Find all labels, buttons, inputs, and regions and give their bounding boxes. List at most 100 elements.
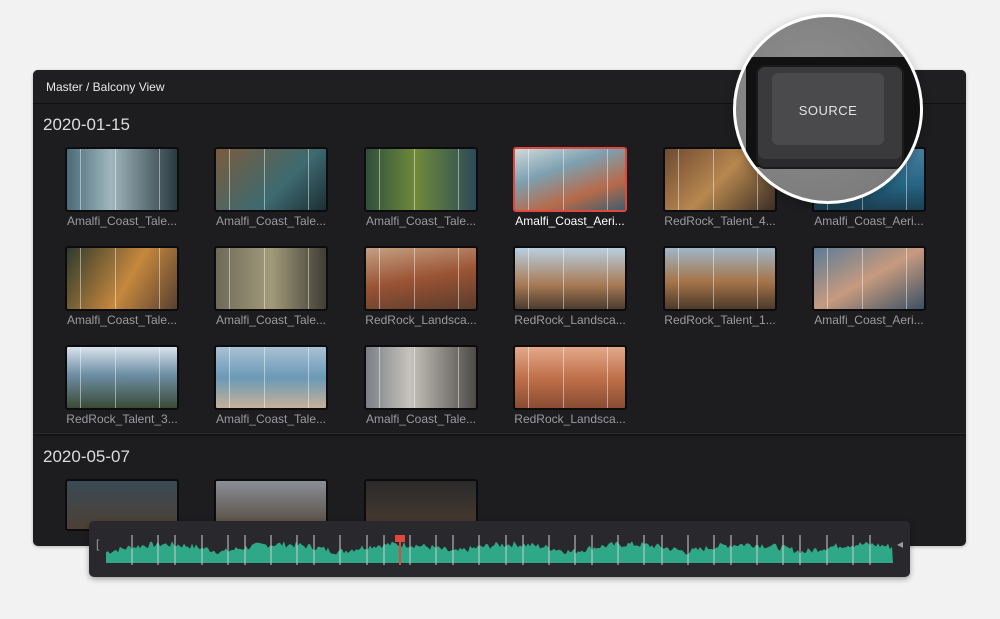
clip-marker-line (379, 149, 380, 210)
clip-marker-line (458, 149, 459, 210)
out-bracket-icon: ◂ (896, 537, 903, 551)
group-date-2: 2020-05-07 (43, 447, 130, 466)
clip-marker-line (308, 149, 309, 210)
clip-name: RedRock_Talent_1... (664, 313, 776, 327)
clip-marker-line (80, 248, 81, 309)
clip-name: Amalfi_Coast_Tale... (215, 412, 327, 426)
clip-marker-line (607, 149, 608, 210)
clip-marker-line (229, 347, 230, 408)
clip-marker-line (159, 248, 160, 309)
keyboard-magnifier: SOURCE (733, 14, 923, 204)
group-divider (33, 433, 966, 436)
playhead-handle[interactable] (395, 535, 405, 542)
clip-item[interactable]: Amalfi_Coast_Tale... (214, 147, 328, 231)
clip-item[interactable]: RedRock_Landsca... (513, 345, 627, 429)
clip-marker-line (80, 347, 81, 408)
clip-thumbnail[interactable] (812, 246, 926, 311)
clip-marker-line (159, 149, 160, 210)
clip-marker-line (80, 149, 81, 210)
clip-thumbnail[interactable] (663, 246, 777, 311)
clip-name: Amalfi_Coast_Tale... (66, 214, 178, 228)
clip-name: RedRock_Landsca... (365, 313, 477, 327)
clip-marker-line (713, 248, 714, 309)
clip-marker-line (414, 248, 415, 309)
in-bracket-icon: [ (96, 537, 100, 551)
clip-thumbnail[interactable] (364, 345, 478, 410)
clip-item[interactable]: RedRock_Landsca... (513, 246, 627, 330)
source-tape-timeline[interactable]: [ ◂ (89, 521, 910, 577)
clip-marker-line (528, 248, 529, 309)
clip-item[interactable]: Amalfi_Coast_Tale... (364, 345, 478, 429)
clip-name: Amalfi_Coast_Tale... (365, 214, 477, 228)
clip-marker-line (528, 347, 529, 408)
clip-name: Amalfi_Coast_Tale... (215, 214, 327, 228)
clip-marker-line (414, 347, 415, 408)
clip-marker-line (264, 347, 265, 408)
breadcrumb[interactable]: Master / Balcony View (46, 80, 165, 94)
clip-marker-line (264, 248, 265, 309)
clip-thumbnail[interactable] (513, 147, 627, 212)
clip-marker-line (827, 248, 828, 309)
clip-item[interactable]: RedRock_Talent_1... (663, 246, 777, 330)
clip-item[interactable]: Amalfi_Coast_Tale... (214, 246, 328, 330)
clip-marker-line (159, 347, 160, 408)
clip-thumbnail[interactable] (214, 147, 328, 212)
clip-marker-line (115, 248, 116, 309)
clip-thumbnail[interactable] (364, 147, 478, 212)
source-key-label: SOURCE (798, 103, 858, 118)
clip-marker-line (713, 149, 714, 210)
clip-item[interactable]: Amalfi_Coast_Tale... (65, 246, 179, 330)
clip-marker-line (414, 149, 415, 210)
clip-name: Amalfi_Coast_Tale... (66, 313, 178, 327)
clip-marker-line (115, 347, 116, 408)
clip-name: Amalfi_Coast_Tale... (365, 412, 477, 426)
clip-marker-line (563, 347, 564, 408)
clip-marker-line (563, 149, 564, 210)
clip-name: Amalfi_Coast_Tale... (215, 313, 327, 327)
clip-name: Amalfi_Coast_Aeri... (515, 214, 625, 228)
clip-marker-line (607, 347, 608, 408)
clip-marker-line (906, 248, 907, 309)
clip-thumbnail[interactable] (214, 246, 328, 311)
clip-marker-line (308, 347, 309, 408)
clip-marker-line (379, 248, 380, 309)
source-key[interactable]: SOURCE (756, 65, 904, 169)
clip-name: Amalfi_Coast_Aeri... (814, 313, 924, 327)
group-date-1: 2020-01-15 (43, 115, 130, 134)
clip-marker-line (308, 248, 309, 309)
clip-thumbnail[interactable] (65, 345, 179, 410)
clip-item[interactable]: RedRock_Landsca... (364, 246, 478, 330)
clip-name: Amalfi_Coast_Aeri... (814, 214, 924, 228)
clip-item[interactable]: Amalfi_Coast_Aeri... (513, 147, 627, 231)
clip-marker-line (678, 149, 679, 210)
audio-waveform[interactable] (106, 535, 893, 565)
clip-name: RedRock_Talent_3... (66, 412, 178, 426)
clip-item[interactable]: Amalfi_Coast_Tale... (214, 345, 328, 429)
clip-thumbnail[interactable] (65, 246, 179, 311)
clip-item[interactable]: Amalfi_Coast_Tale... (364, 147, 478, 231)
clip-thumbnail[interactable] (513, 345, 627, 410)
clip-thumbnail[interactable] (513, 246, 627, 311)
clip-thumbnail[interactable] (65, 147, 179, 212)
clip-marker-line (862, 248, 863, 309)
source-key-cap: SOURCE (772, 73, 884, 145)
clip-marker-line (458, 347, 459, 408)
clip-marker-line (757, 248, 758, 309)
clip-thumbnail[interactable] (214, 345, 328, 410)
clip-item[interactable]: Amalfi_Coast_Aeri... (812, 246, 926, 330)
clip-marker-line (563, 248, 564, 309)
clip-marker-line (607, 248, 608, 309)
clip-name: RedRock_Landsca... (514, 412, 626, 426)
clip-marker-line (229, 248, 230, 309)
clip-item[interactable]: Amalfi_Coast_Tale... (65, 147, 179, 231)
clip-item[interactable]: RedRock_Talent_3... (65, 345, 179, 429)
clip-marker-line (528, 149, 529, 210)
clip-thumbnail[interactable] (364, 246, 478, 311)
clip-marker-line (678, 248, 679, 309)
clip-name: RedRock_Talent_4... (664, 214, 776, 228)
clip-marker-line (229, 149, 230, 210)
waveform-shape (106, 541, 893, 563)
clip-marker-line (115, 149, 116, 210)
clip-marker-line (458, 248, 459, 309)
clip-name: RedRock_Landsca... (514, 313, 626, 327)
